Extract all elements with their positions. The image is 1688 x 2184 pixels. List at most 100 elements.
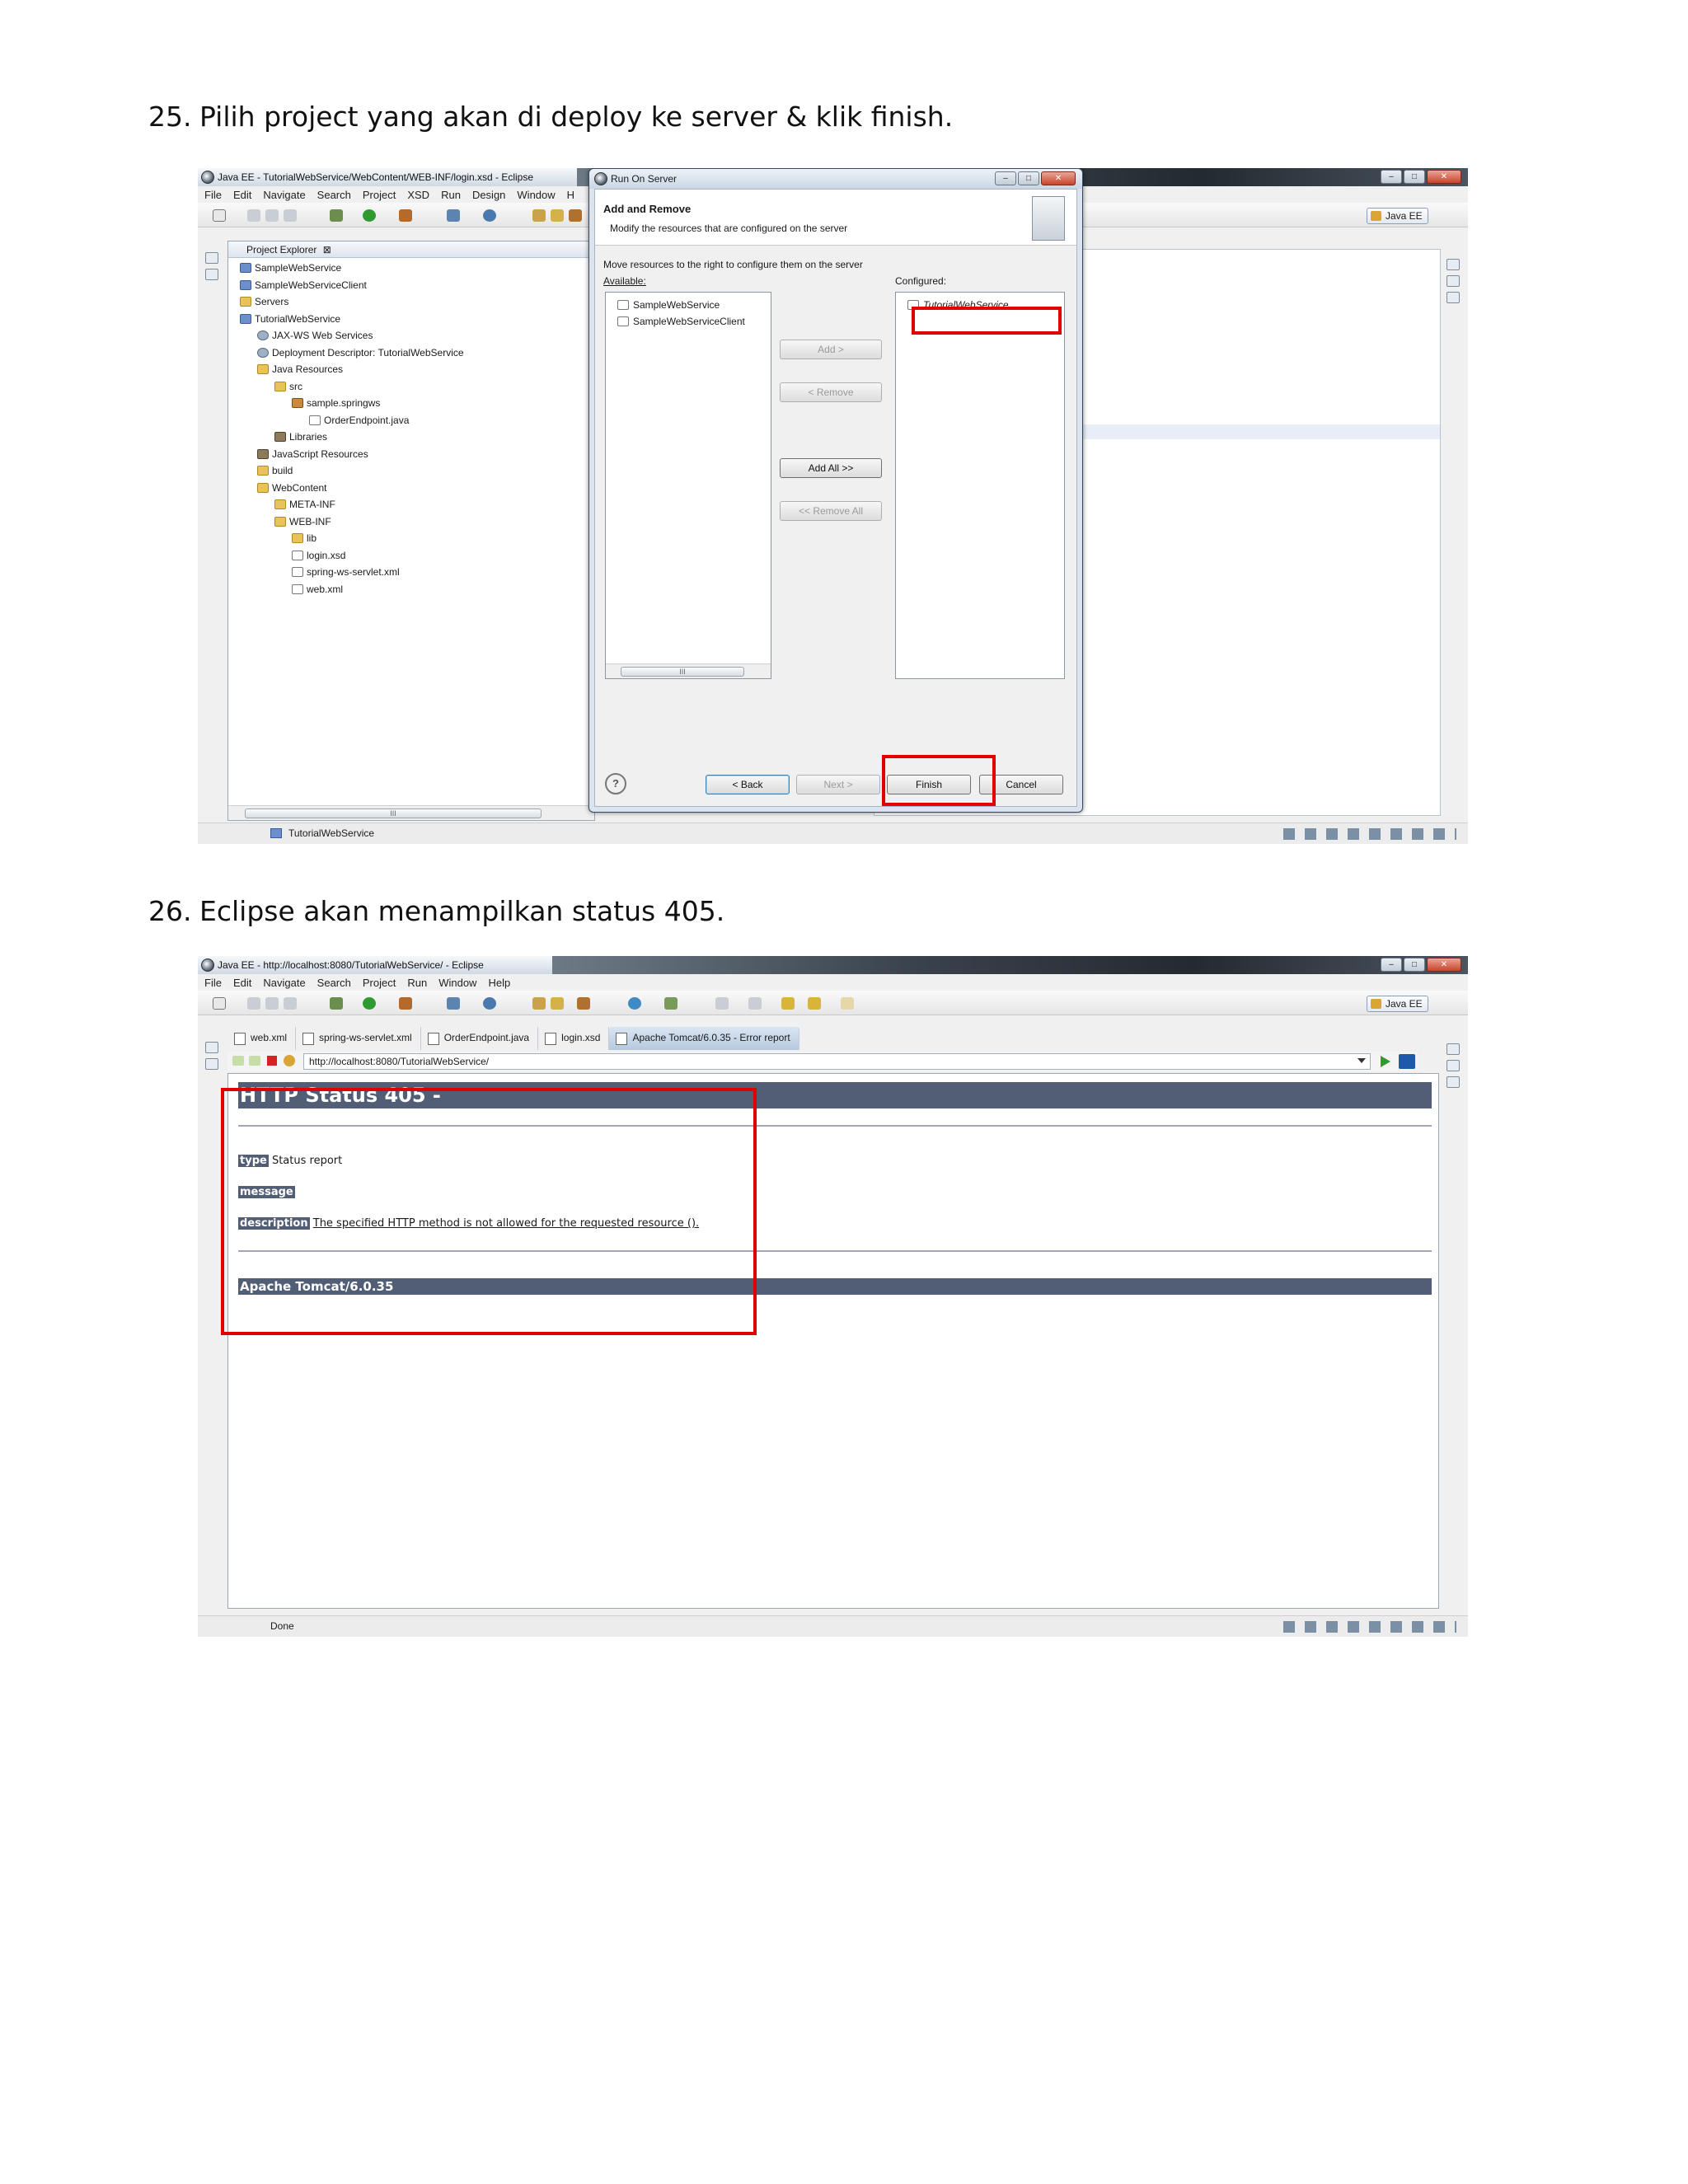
go-icon[interactable] [1381,1056,1390,1067]
prev-annotation-icon[interactable] [748,997,762,1010]
tree-item[interactable]: Servers [240,293,288,311]
perspective-java-ee[interactable]: Java EE [1367,996,1428,1012]
search-icon[interactable] [577,997,590,1010]
menu-search[interactable]: Search [317,189,351,201]
web-services-explorer-icon[interactable] [664,997,678,1010]
tree-item[interactable]: login.xsd [292,547,345,565]
editor-tab[interactable]: login.xsd [538,1027,610,1050]
last-edit-icon[interactable] [781,997,795,1010]
scroll-thumb[interactable]: III [621,667,744,677]
tree-item[interactable]: src [274,378,302,396]
web-service-icon[interactable] [483,209,496,222]
close-button[interactable]: ✕ [1041,171,1076,185]
tree-item[interactable]: WEB-INF [274,513,331,531]
task-list-icon[interactable] [1447,275,1460,287]
explorer-view-icon[interactable] [205,1058,218,1070]
outline-icon[interactable] [1447,259,1460,270]
help-icon[interactable]: ? [605,773,626,794]
tree-item[interactable]: SampleWebServiceClient [240,277,367,294]
external-tools-icon[interactable] [399,997,412,1010]
debug-icon[interactable] [330,209,343,222]
minimize-button[interactable]: – [1381,958,1402,972]
add-button[interactable]: Add > [780,340,882,359]
save-icon[interactable] [247,997,260,1010]
tree-item[interactable]: sample.springws [292,395,380,412]
maximize-button[interactable]: □ [1404,958,1425,972]
minimize-button[interactable]: – [1381,170,1402,184]
tree-item[interactable]: Deployment Descriptor: TutorialWebServic… [257,344,464,362]
menu-project[interactable]: Project [363,977,396,989]
maximize-button[interactable]: □ [1018,171,1039,185]
save-icon[interactable] [247,209,260,222]
editor-tab[interactable]: OrderEndpoint.java [421,1027,539,1050]
web-service-icon[interactable] [483,997,496,1010]
perspective-java-ee[interactable]: Java EE [1367,208,1428,224]
menu-navigate[interactable]: Navigate [263,189,305,201]
palette-icon[interactable] [1447,1076,1460,1088]
menu-h[interactable]: H [567,189,574,201]
available-scrollbar[interactable]: III [606,663,771,678]
palette-icon[interactable] [1447,292,1460,303]
debug-icon[interactable] [330,997,343,1010]
tree-item[interactable]: JavaScript Resources [257,446,368,463]
tree-item[interactable]: META-INF [274,496,335,513]
menu-file[interactable]: File [204,189,222,201]
tree-item[interactable]: SampleWebService [240,260,341,277]
list-item[interactable]: SampleWebService [617,299,720,311]
menu-navigate[interactable]: Navigate [263,977,305,989]
restore-icon[interactable] [205,252,218,264]
scroll-thumb[interactable]: III [245,808,542,818]
menu-design[interactable]: Design [472,189,505,201]
tree-item[interactable]: WebContent [257,480,327,497]
open-task-icon[interactable] [551,997,564,1010]
forward-icon[interactable] [841,997,854,1010]
open-task-icon[interactable] [551,209,564,222]
open-type-icon[interactable] [532,209,546,222]
menu-help[interactable]: Help [488,977,510,989]
open-type-icon[interactable] [532,997,546,1010]
next-annotation-icon[interactable] [715,997,729,1010]
stop-icon[interactable] [267,1056,277,1066]
tree-item[interactable]: Libraries [274,429,327,446]
menu-run[interactable]: Run [441,189,461,201]
menu-project[interactable]: Project [363,189,396,201]
url-input[interactable]: http://localhost:8080/TutorialWebService… [303,1053,1371,1070]
add-all-button[interactable]: Add All >> [780,458,882,478]
print-icon[interactable] [284,997,297,1010]
explorer-view-icon[interactable] [205,269,218,280]
next-button[interactable]: Next > [796,775,880,794]
globe-icon[interactable] [628,997,641,1010]
editor-tab[interactable]: web.xml [227,1027,297,1050]
menu-xsd[interactable]: XSD [407,189,429,201]
save-all-icon[interactable] [265,209,279,222]
close-icon[interactable]: ⊠ [323,244,331,255]
menu-window[interactable]: Window [438,977,476,989]
editor-tab[interactable]: Apache Tomcat/6.0.35 - Error report [609,1027,799,1050]
menu-edit[interactable]: Edit [233,189,251,201]
tree-item[interactable]: spring-ws-servlet.xml [292,564,400,581]
menu-window[interactable]: Window [517,189,555,201]
menu-file[interactable]: File [204,977,222,989]
horizontal-scrollbar[interactable]: III [228,805,594,820]
menu-search[interactable]: Search [317,977,351,989]
print-icon[interactable] [284,209,297,222]
external-tools-icon[interactable] [399,209,412,222]
tree-item[interactable]: OrderEndpoint.java [309,412,409,429]
save-all-icon[interactable] [265,997,279,1010]
tree-item[interactable]: JAX-WS Web Services [257,327,373,344]
list-item[interactable]: SampleWebServiceClient [617,316,745,327]
minimize-button[interactable]: – [995,171,1016,185]
new-server-icon[interactable] [447,997,460,1010]
new-server-icon[interactable] [447,209,460,222]
outline-icon[interactable] [1447,1043,1460,1055]
new-icon[interactable] [213,997,226,1010]
editor-tab[interactable]: spring-ws-servlet.xml [296,1027,421,1050]
tree-item[interactable]: lib [292,530,316,547]
tree-item[interactable]: build [257,462,293,480]
back-button[interactable]: < Back [706,775,790,794]
run-icon[interactable] [363,209,376,222]
task-list-icon[interactable] [1447,1060,1460,1071]
remove-all-button[interactable]: << Remove All [780,501,882,521]
back-icon[interactable] [808,997,821,1010]
menu-run[interactable]: Run [407,977,427,989]
